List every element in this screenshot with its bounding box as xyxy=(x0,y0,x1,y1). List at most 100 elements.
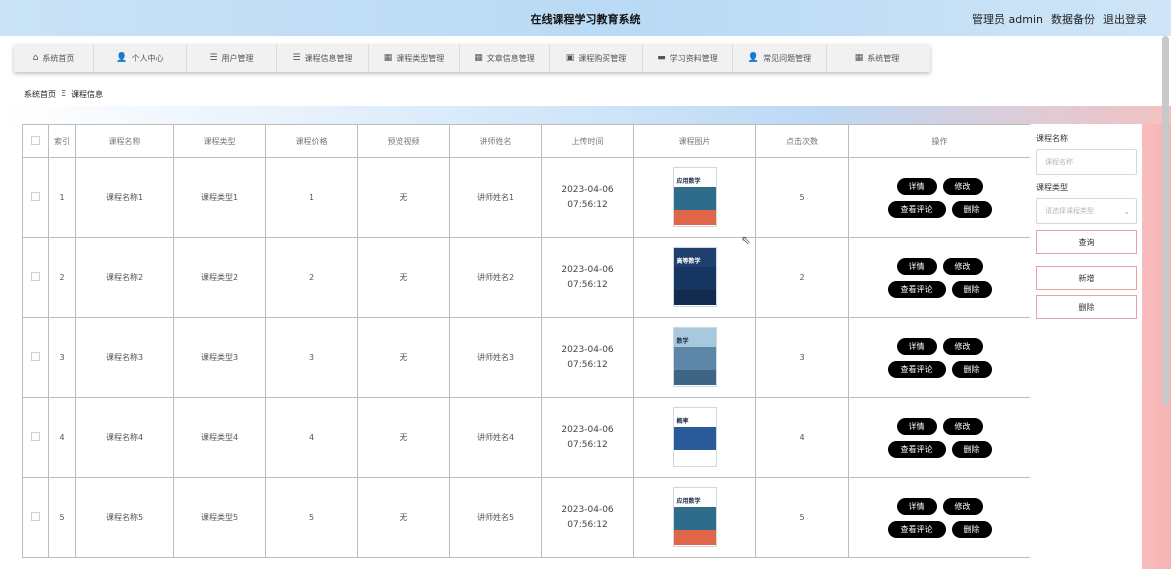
cover-title: 数学 xyxy=(676,337,689,345)
nav-item-2[interactable]: ☰ 用户管理 xyxy=(187,44,277,72)
cell-teacher-name: 讲师姓名3 xyxy=(449,317,542,398)
cell-upload-time: 2023-04-06 07:56:12 xyxy=(541,397,634,478)
row-checkbox[interactable] xyxy=(31,272,40,281)
row-checkbox[interactable] xyxy=(31,352,40,361)
cover-mid xyxy=(673,427,716,451)
view-comments-button[interactable]: 查看评论 xyxy=(887,520,946,538)
breadcrumb-home[interactable]: 系统首页 xyxy=(24,89,56,100)
delete-button[interactable]: 删除 xyxy=(951,200,992,218)
view-comments-button[interactable]: 查看评论 xyxy=(887,360,946,378)
logout-link[interactable]: 退出登录 xyxy=(1103,11,1147,27)
select-all-checkbox-cell[interactable] xyxy=(22,124,49,158)
detail-button[interactable]: 详情 xyxy=(896,177,937,195)
cell-upload-time: 2023-04-06 07:56:12 xyxy=(541,157,634,238)
delete-button[interactable]: 删除 xyxy=(951,440,992,458)
table-row: 1 课程名称1 课程类型1 1 无讲师姓名1 2023-04-06 07:56:12 应用数… xyxy=(22,157,1030,238)
detail-button[interactable]: 详情 xyxy=(896,497,937,515)
cell-actions: 详情 修改查看评论 删除 xyxy=(848,397,1030,478)
add-button[interactable]: 新增 xyxy=(1036,266,1137,290)
course-type-select[interactable]: 请选择课程类型 ⌄ xyxy=(1036,198,1137,224)
gradient-band xyxy=(0,106,1171,124)
delete-button[interactable]: 删除 xyxy=(951,520,992,538)
nav-item-label: 学习资料管理 xyxy=(669,53,718,63)
action-buttons: 详情 修改查看评论 删除 xyxy=(849,497,1030,538)
nav-item-8[interactable]: 👤 常见问题管理 xyxy=(733,44,827,72)
row-checkbox-cell[interactable] xyxy=(22,477,49,558)
detail-button[interactable]: 详情 xyxy=(896,337,937,355)
select-all-checkbox[interactable] xyxy=(31,135,40,145)
course-name-input[interactable]: 课程名称 xyxy=(1036,149,1137,175)
course-cover-image[interactable]: 应用数学 xyxy=(672,486,717,547)
detail-button[interactable]: 详情 xyxy=(896,257,937,275)
cover-bottom xyxy=(673,290,716,306)
cell-course-type: 课程类型1 xyxy=(173,157,266,238)
row-checkbox-cell[interactable] xyxy=(22,237,49,318)
cell-index: 3 xyxy=(48,317,76,398)
delete-button[interactable]: 删除 xyxy=(951,280,992,298)
column-header: 预览视频 xyxy=(357,124,450,158)
course-cover-image[interactable]: 应用数学 xyxy=(672,166,717,227)
nav-item-0[interactable]: ⌂ 系统首页 xyxy=(14,44,94,72)
cell-course-type: 课程类型5 xyxy=(173,477,266,558)
grid-icon: ▦ xyxy=(854,53,864,63)
row-checkbox-cell[interactable] xyxy=(22,157,49,238)
course-cover-image[interactable]: 高等数学 xyxy=(672,246,717,307)
course-cover-image[interactable]: 数学 xyxy=(672,326,717,387)
delete-selected-button[interactable]: 删除 xyxy=(1036,295,1137,319)
action-buttons: 详情 修改查看评论 删除 xyxy=(849,417,1030,458)
cover-bottom xyxy=(673,370,716,386)
upload-time-text: 2023-04-06 07:56:12 xyxy=(561,424,614,450)
column-header: 课程价格 xyxy=(265,124,358,158)
cover-title: 应用数学 xyxy=(676,177,701,185)
action-row: 详情 修改 xyxy=(896,417,983,435)
cell-course-name: 课程名称1 xyxy=(75,157,174,238)
delete-button[interactable]: 删除 xyxy=(951,360,992,378)
row-checkbox[interactable] xyxy=(31,432,40,441)
column-header: 索引 xyxy=(48,124,76,158)
cover-bottom xyxy=(673,450,716,466)
query-button[interactable]: 查询 xyxy=(1036,230,1137,254)
nav-item-6[interactable]: ▣ 课程购买管理 xyxy=(550,44,643,72)
view-comments-button[interactable]: 查看评论 xyxy=(887,200,946,218)
data-backup-link[interactable]: 数据备份 xyxy=(1051,11,1095,27)
row-checkbox[interactable] xyxy=(31,192,40,201)
edit-button[interactable]: 修改 xyxy=(942,177,983,195)
nav-item-label: 文章信息管理 xyxy=(486,53,535,63)
nav-item-9[interactable]: ▦ 系统管理 xyxy=(827,44,927,72)
cell-price: 2 xyxy=(265,237,358,318)
cell-index: 4 xyxy=(48,397,76,478)
column-header: 点击次数 xyxy=(755,124,849,158)
edit-button[interactable]: 修改 xyxy=(942,497,983,515)
breadcrumb: 系统首页 Ξ 课程信息 xyxy=(24,89,103,100)
breadcrumb-current: 课程信息 xyxy=(71,90,104,99)
page-scrollbar[interactable] xyxy=(1162,36,1169,406)
edit-button[interactable]: 修改 xyxy=(942,337,983,355)
action-row: 详情 修改 xyxy=(896,497,983,515)
cell-index: 2 xyxy=(48,237,76,318)
nav-item-1[interactable]: 👤 个人中心 xyxy=(94,44,187,72)
folder-icon: ▬ xyxy=(657,53,666,63)
cell-teacher-name: 讲师姓名5 xyxy=(449,477,542,558)
row-checkbox-cell[interactable] xyxy=(22,317,49,398)
view-comments-button[interactable]: 查看评论 xyxy=(887,280,946,298)
admin-user-label: 管理员 admin xyxy=(972,13,1043,26)
nav-item-3[interactable]: ☰ 课程信息管理 xyxy=(277,44,369,72)
row-checkbox-cell[interactable] xyxy=(22,397,49,478)
nav-item-5[interactable]: ▦ 文章信息管理 xyxy=(460,44,550,72)
column-header: 课程名称 xyxy=(75,124,174,158)
action-buttons: 详情 修改查看评论 删除 xyxy=(849,177,1030,218)
edit-button[interactable]: 修改 xyxy=(942,257,983,275)
course-cover-image[interactable]: 概率 xyxy=(672,406,717,467)
cell-preview-video: 无 xyxy=(357,237,450,318)
action-buttons: 详情 修改查看评论 删除 xyxy=(849,257,1030,298)
detail-button[interactable]: 详情 xyxy=(896,417,937,435)
nav-item-7[interactable]: ▬ 学习资料管理 xyxy=(643,44,733,72)
row-checkbox[interactable] xyxy=(31,512,40,521)
cell-upload-time: 2023-04-06 07:56:12 xyxy=(541,477,634,558)
view-comments-button[interactable]: 查看评论 xyxy=(887,440,946,458)
nav-item-label: 个人中心 xyxy=(131,53,164,63)
edit-button[interactable]: 修改 xyxy=(942,417,983,435)
action-row: 查看评论 删除 xyxy=(887,280,992,298)
nav-item-4[interactable]: ▦ 课程类型管理 xyxy=(369,44,460,72)
cover-title: 应用数学 xyxy=(676,497,701,505)
